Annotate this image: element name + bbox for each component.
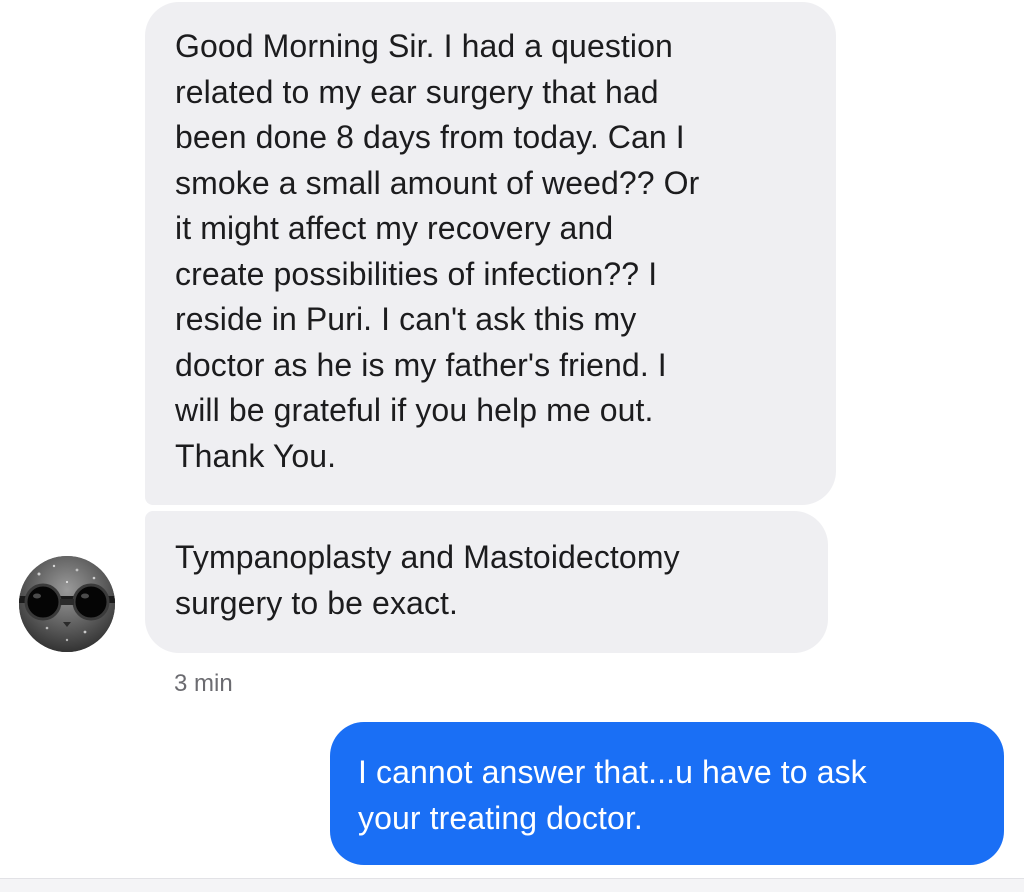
- outgoing-message-bubble[interactable]: I cannot answer that...u have to ask you…: [330, 722, 1004, 865]
- contact-avatar[interactable]: [19, 556, 115, 652]
- incoming-message-bubble[interactable]: Tympanoplasty and Mastoidectomy surgery …: [145, 511, 828, 653]
- cat-goggles-icon: [19, 556, 115, 652]
- composer-edge: [0, 878, 1024, 892]
- message-thread: Good Morning Sir. I had a question relat…: [0, 0, 1024, 892]
- message-timestamp: 3 min: [174, 670, 233, 697]
- incoming-message-bubble[interactable]: Good Morning Sir. I had a question relat…: [145, 2, 836, 505]
